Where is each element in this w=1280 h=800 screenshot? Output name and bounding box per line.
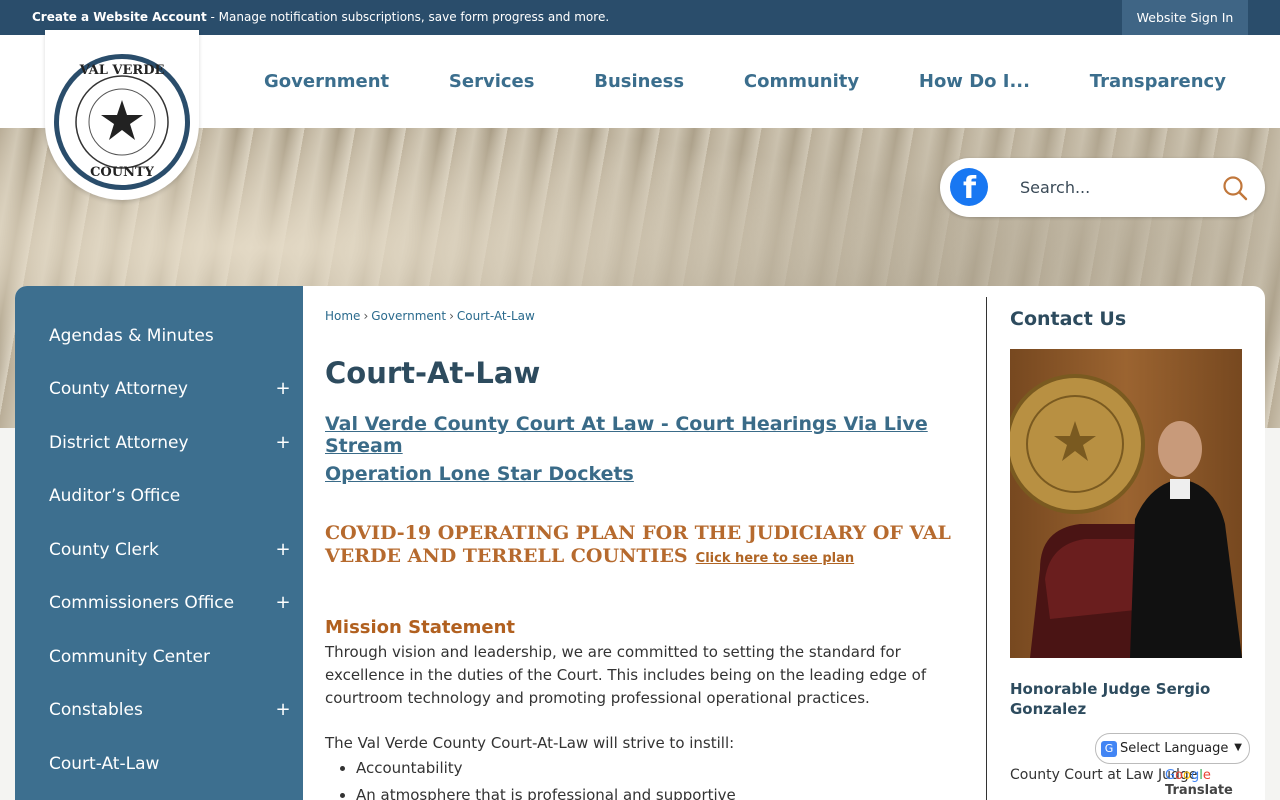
sidebar-item-constables[interactable]: Constables + xyxy=(15,683,303,736)
translate-link[interactable]: Translate xyxy=(1165,783,1233,798)
mission-heading: Mission Statement xyxy=(325,617,516,638)
breadcrumb-court-at-law[interactable]: Court-At-Law xyxy=(457,309,535,323)
page-title: Court-At-Law xyxy=(325,356,541,390)
sidebar-item-court-at-law[interactable]: Court-At-Law xyxy=(15,737,303,790)
sidebar-item-label: Auditor’s Office xyxy=(49,485,181,506)
list-item: Accountability xyxy=(356,755,736,782)
sidebar-item-agendas[interactable]: Agendas & Minutes xyxy=(15,309,303,362)
sidebar-item-label: County Clerk xyxy=(49,539,159,560)
sign-in-button[interactable]: Website Sign In xyxy=(1122,0,1248,35)
content-card: Agendas & Minutes County Attorney + Dist… xyxy=(15,286,1265,800)
breadcrumb: Home › Government › Court-At-Law xyxy=(325,309,535,323)
sidebar-item-county-clerk[interactable]: County Clerk + xyxy=(15,523,303,576)
mission-text: Through vision and leadership, we are co… xyxy=(325,643,927,707)
covid-plan-link[interactable]: Click here to see plan xyxy=(696,551,855,566)
svg-text:VAL VERDE: VAL VERDE xyxy=(79,63,165,78)
sidebar-item-community-center[interactable]: Community Center xyxy=(15,630,303,683)
language-select-label: Select Language xyxy=(1120,741,1229,756)
search-input[interactable] xyxy=(1020,173,1200,201)
expand-icon[interactable]: + xyxy=(272,539,294,560)
main-content: Home › Government › Court-At-Law Court-At-La… xyxy=(325,286,975,800)
expand-icon[interactable]: + xyxy=(272,592,294,613)
livestream-link[interactable]: Val Verde County Court At Law - Court He… xyxy=(325,413,975,457)
google-translate-icon: G xyxy=(1101,741,1117,757)
contact-heading: Contact Us xyxy=(1010,308,1127,330)
nav-business[interactable]: Business xyxy=(580,71,698,92)
breadcrumb-government[interactable]: Government xyxy=(371,309,446,323)
sidebar-nav: Agendas & Minutes County Attorney + Dist… xyxy=(15,286,303,800)
sidebar-item-label: Court-At-Law xyxy=(49,753,160,774)
facebook-icon[interactable]: f xyxy=(950,168,988,206)
sidebar-item-label: Commissioners Office xyxy=(49,592,235,613)
nav-government[interactable]: Government xyxy=(250,71,403,92)
sidebar-item-county-attorney[interactable]: County Attorney + xyxy=(15,362,303,415)
column-divider xyxy=(986,297,987,800)
expand-icon[interactable]: + xyxy=(272,699,294,720)
sidebar-item-label: County Attorney xyxy=(49,378,188,399)
judge-name: Honorable Judge Sergio Gonzalez xyxy=(1010,680,1211,718)
strive-text: The Val Verde County Court-At-Law will s… xyxy=(325,734,735,752)
chevron-down-icon: ▼ xyxy=(1234,742,1242,753)
county-logo[interactable]: VAL VERDE COUNTY xyxy=(45,30,199,200)
list-item: An atmosphere that is professional and s… xyxy=(356,782,736,800)
nav-services[interactable]: Services xyxy=(435,71,549,92)
expand-icon[interactable]: + xyxy=(272,432,294,453)
powered-by-translate[interactable]: Google Translate xyxy=(1165,768,1280,798)
sidebar-item-label: Community Center xyxy=(49,646,211,667)
search-bar: f xyxy=(940,158,1265,217)
nav-transparency[interactable]: Transparency xyxy=(1076,71,1240,92)
sidebar-item-label: Constables xyxy=(49,699,143,720)
sidebar-item-auditors-office[interactable]: Auditor’s Office xyxy=(15,469,303,522)
nav-how-do-i[interactable]: How Do I... xyxy=(905,71,1044,92)
search-icon[interactable] xyxy=(1222,175,1248,201)
create-account-link[interactable]: Create a Website Account xyxy=(32,10,207,24)
sidebar-item-label: Agendas & Minutes xyxy=(49,325,214,346)
sidebar-item-district-attorney[interactable]: District Attorney + xyxy=(15,416,303,469)
account-notice-text: - Manage notification subscriptions, sav… xyxy=(206,10,610,24)
covid-heading-text: COVID-19 OPERATING PLAN FOR THE JUDICIAR… xyxy=(325,522,951,567)
judge-photo xyxy=(1010,349,1242,658)
judge-portrait-image xyxy=(1010,349,1242,658)
nav-community[interactable]: Community xyxy=(730,71,873,92)
main-navigation: Government Services Business Community H… xyxy=(230,35,1260,128)
county-seal-icon: VAL VERDE COUNTY xyxy=(54,54,190,190)
sidebar-item-label: District Attorney xyxy=(49,432,189,453)
values-list: Accountability An atmosphere that is pro… xyxy=(356,755,736,800)
sidebar-item-commissioners-office[interactable]: Commissioners Office + xyxy=(15,576,303,629)
dockets-link[interactable]: Operation Lone Star Dockets xyxy=(325,463,634,485)
language-select[interactable]: G Select Language ▼ xyxy=(1095,733,1250,764)
breadcrumb-home[interactable]: Home xyxy=(325,309,360,323)
expand-icon[interactable]: + xyxy=(272,378,294,399)
covid-heading: COVID-19 OPERATING PLAN FOR THE JUDICIAR… xyxy=(325,522,970,570)
account-notice: Create a Website Account - Manage notifi… xyxy=(32,10,609,24)
svg-text:COUNTY: COUNTY xyxy=(90,165,155,180)
